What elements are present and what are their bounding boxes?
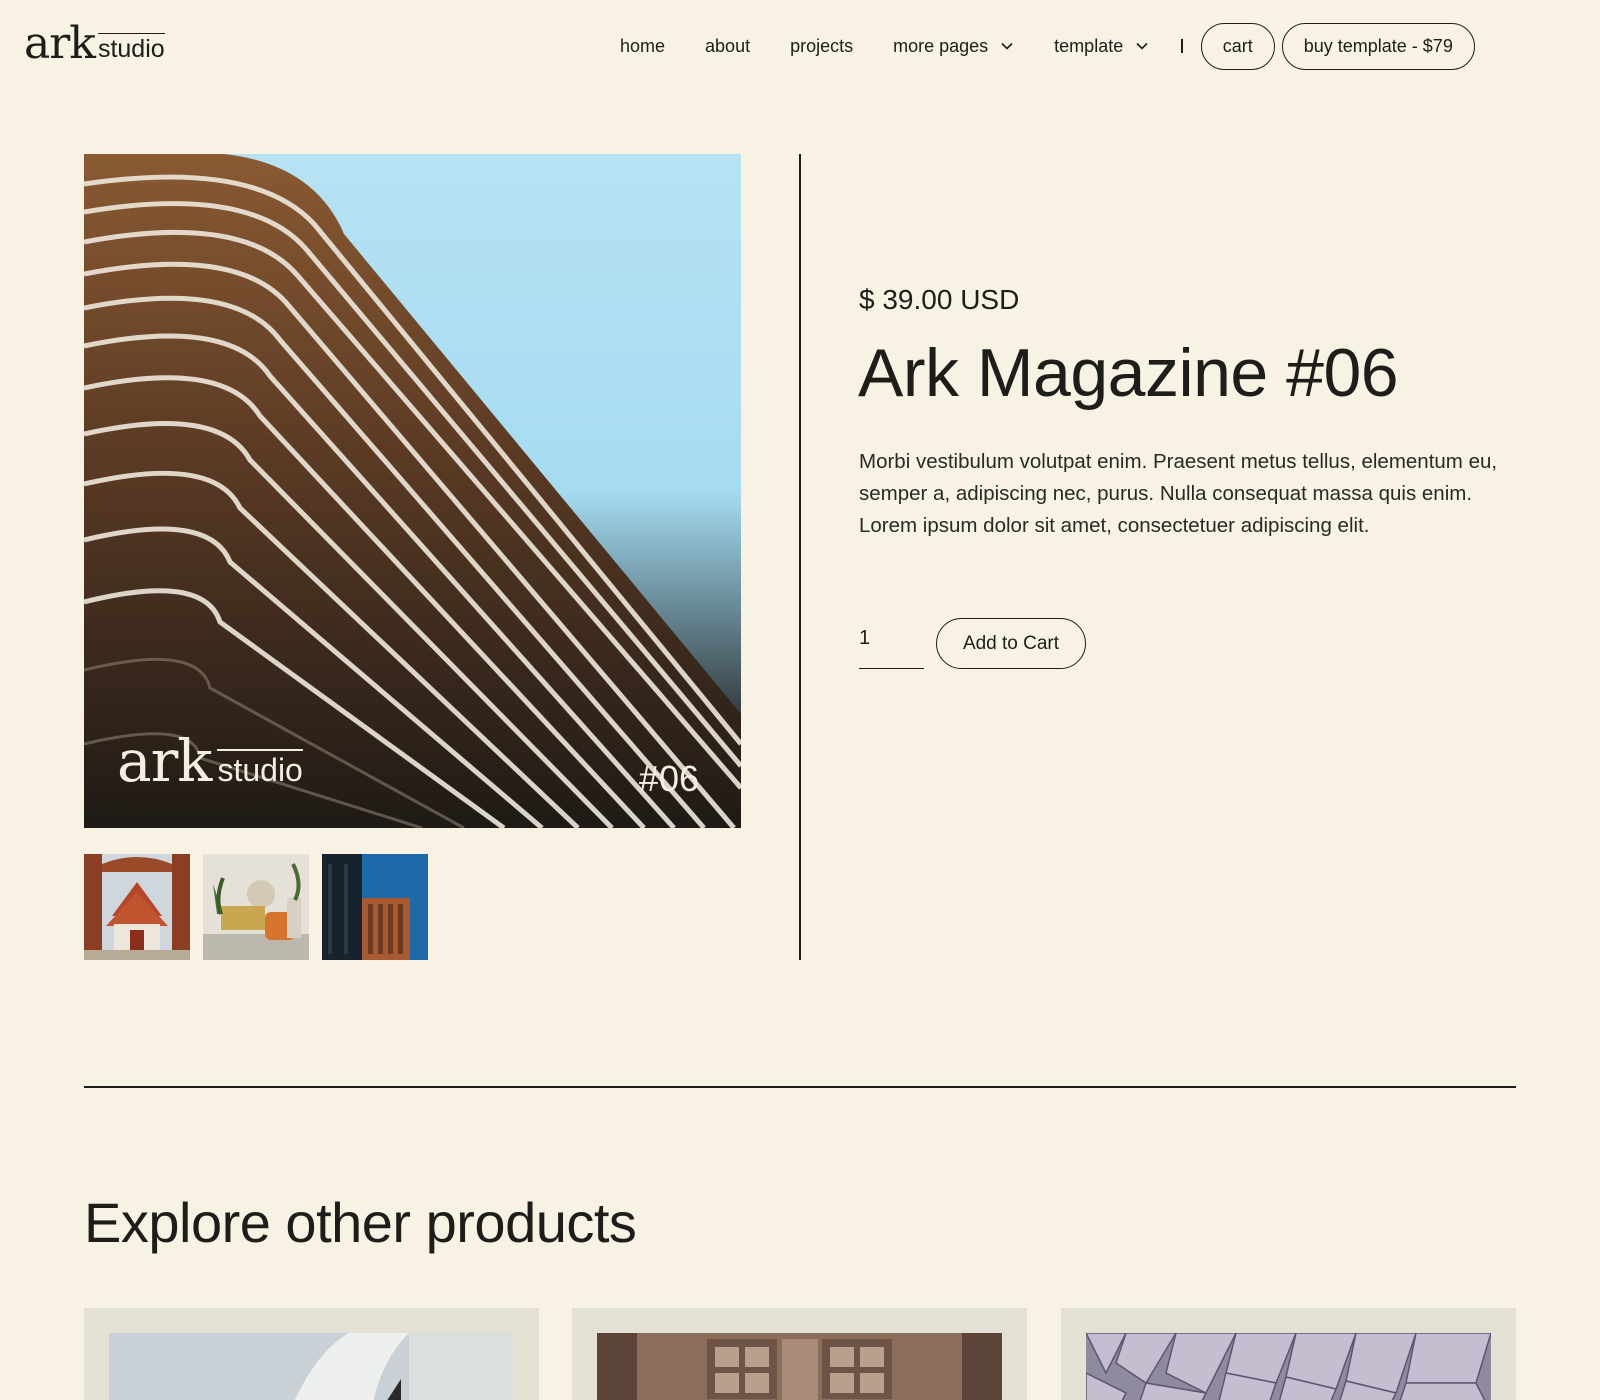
nav-dropdown-label: more pages xyxy=(893,35,989,56)
product-card-2[interactable] xyxy=(572,1308,1027,1400)
cover-logo-subtitle: studio xyxy=(217,749,303,786)
logo-subtitle: studio xyxy=(97,33,165,63)
main-nav: home about projects more pages template … xyxy=(600,22,1475,70)
metal-facade-image xyxy=(1086,1333,1491,1400)
temple-image xyxy=(84,854,190,960)
product-card-3[interactable] xyxy=(1061,1308,1516,1400)
section-divider xyxy=(84,1086,1516,1088)
site-logo[interactable]: ark studio xyxy=(24,22,165,66)
product-description: Morbi vestibulum volutpat enim. Praesent… xyxy=(859,450,1498,537)
nav-link-home[interactable]: home xyxy=(620,36,665,57)
quantity-input[interactable] xyxy=(859,616,924,668)
buy-template-button[interactable]: buy template - $79 xyxy=(1281,22,1475,70)
cover-logo-wordmark: ark xyxy=(117,727,212,795)
product-title: Ark Magazine #06 xyxy=(858,335,1399,411)
product-thumbnails xyxy=(84,854,428,960)
quantity-field-wrapper xyxy=(859,616,924,669)
explore-heading: Explore other products xyxy=(84,1191,637,1254)
nav-dropdown-more-pages[interactable]: more pages xyxy=(893,36,1014,57)
thumbnail-temple[interactable] xyxy=(84,854,190,960)
living-room-image xyxy=(203,854,309,960)
nav-dropdown-label: template xyxy=(1054,35,1124,56)
product-price: $ 39.00 USD xyxy=(859,284,1020,315)
product-card-image xyxy=(1086,1333,1491,1400)
cover-issue-number: #06 xyxy=(638,758,699,799)
nav-separator xyxy=(1181,39,1183,53)
add-to-cart-button[interactable]: Add to Cart xyxy=(936,618,1086,669)
vertical-divider xyxy=(799,154,801,960)
building-facade-image xyxy=(322,854,428,960)
product-card-image xyxy=(597,1333,1002,1400)
kitchen-image xyxy=(597,1333,1002,1400)
nav-dropdown-template[interactable]: template xyxy=(1054,36,1149,57)
thumbnail-building-facade[interactable] xyxy=(322,854,428,960)
architecture-image xyxy=(109,1333,514,1400)
product-card-image xyxy=(109,1333,514,1400)
cart-button[interactable]: cart xyxy=(1200,22,1275,70)
logo-wordmark: ark xyxy=(24,18,96,69)
page: ark studio home about projects more page… xyxy=(0,0,1600,1400)
chevron-down-icon xyxy=(1001,42,1013,50)
thumbnail-living-room[interactable] xyxy=(203,854,309,960)
product-main-image[interactable]: ark studio #06 xyxy=(84,154,741,828)
chevron-down-icon xyxy=(1136,42,1148,50)
product-card-1[interactable] xyxy=(84,1308,539,1400)
cover-logo: ark studio xyxy=(117,732,303,790)
nav-link-about[interactable]: about xyxy=(705,36,750,57)
nav-link-projects[interactable]: projects xyxy=(790,36,853,57)
